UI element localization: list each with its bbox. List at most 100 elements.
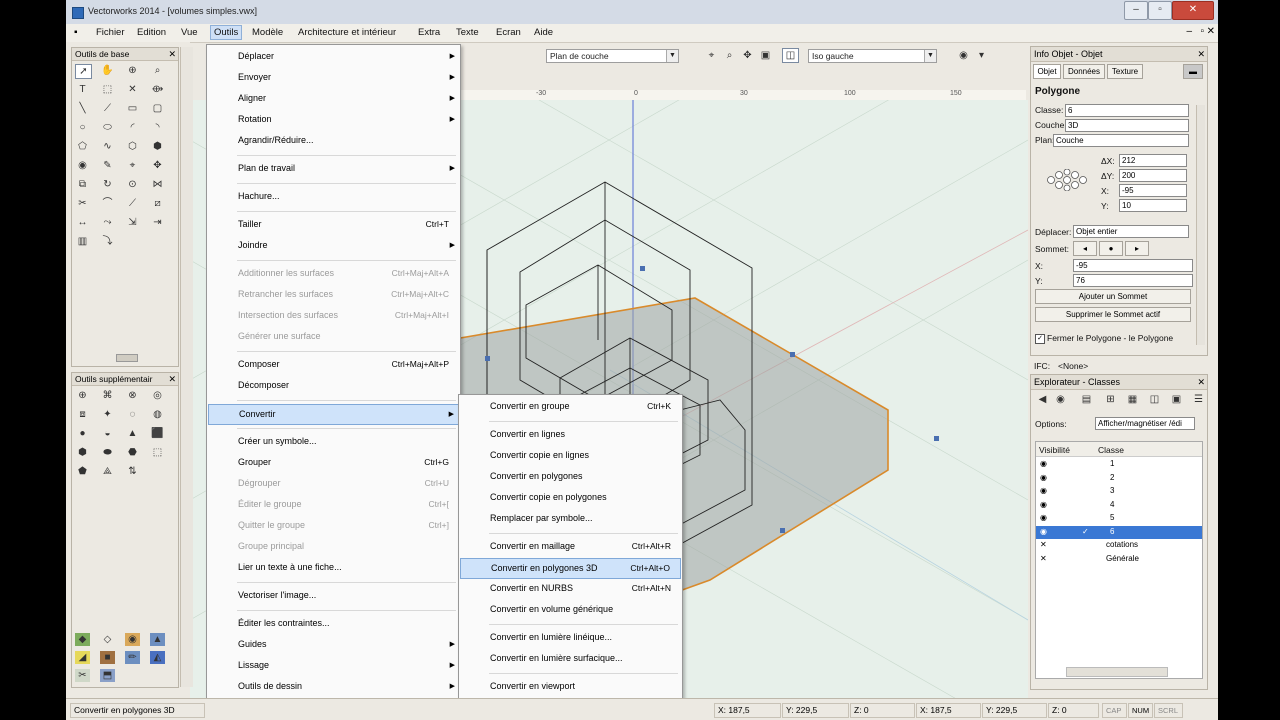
prev-vertex-button[interactable]: ◂ — [1073, 241, 1097, 256]
move-tool-icon[interactable]: ✥ — [150, 159, 165, 172]
taper-face-icon[interactable]: ⬚ — [150, 446, 165, 459]
chamfer-edge-icon[interactable]: ⬣ — [125, 446, 140, 459]
cylinder-icon[interactable]: ⬛ — [150, 427, 165, 440]
extrude-icon[interactable]: ⧈ — [75, 408, 90, 421]
dy-field[interactable]: 200 — [1119, 169, 1187, 182]
convertir-menu-item[interactable]: Convertir en groupe Ctrl+K — [460, 397, 681, 416]
invisible-icon[interactable]: ✕ — [1040, 554, 1047, 563]
object-info-scrollbar[interactable] — [1196, 105, 1205, 345]
layer-plane-dropdown[interactable]: Plan de couche ▼ — [546, 49, 679, 63]
outils-menu-item[interactable]: Hachure... — [208, 187, 459, 206]
convertir-menu-item[interactable]: Convertir copie en lignes — [460, 446, 681, 465]
class-row[interactable]: ◉ 1 — [1036, 458, 1202, 471]
outils-menu-item[interactable]: Vectoriser l'image... — [208, 586, 459, 605]
attribute-tool-icon[interactable]: ⌖ — [125, 159, 140, 172]
close-icon[interactable]: ✕ — [168, 373, 176, 385]
wall-tool-icon[interactable]: ▥ — [75, 235, 90, 248]
set-icon[interactable]: ◉ — [125, 633, 140, 646]
outils-menu-item[interactable]: Envoyer ▶ — [208, 68, 459, 87]
delete-vertex-button[interactable]: Supprimer le Sommet actif — [1035, 307, 1191, 322]
3d-select-tool-icon[interactable]: ⊕ — [75, 389, 90, 402]
circle-tool-icon[interactable]: ○ — [75, 121, 90, 134]
hemisphere-icon[interactable]: ◒ — [100, 427, 115, 440]
minimize-icon[interactable]: – — [1124, 1, 1148, 20]
classe-dropdown[interactable]: 6 — [1065, 104, 1189, 117]
doc-close-icon[interactable]: ✕ — [1207, 26, 1215, 37]
render-mode-icon[interactable]: ◫ — [782, 48, 799, 63]
outils-menu-item[interactable]: Composer Ctrl+Maj+Alt+P — [208, 355, 459, 374]
fillet-tool-icon[interactable]: ⌒ — [100, 197, 115, 210]
menu-architecture[interactable]: Architecture et intérieur — [298, 27, 396, 38]
flyover-3d-icon[interactable]: ⌘ — [100, 389, 115, 402]
zoom-tool-icon[interactable]: ⌕ — [150, 64, 165, 77]
menu-extra[interactable]: Extra — [418, 27, 440, 38]
menu-fichier[interactable]: Fichier — [96, 27, 125, 38]
tool-column-scroll[interactable] — [180, 47, 193, 687]
tab-donnees[interactable]: Données — [1063, 64, 1105, 79]
sheet-icon[interactable]: ▦ — [1125, 393, 1140, 406]
visible-eye-icon[interactable]: ◉ — [1040, 513, 1047, 522]
selection-tool-icon[interactable]: ➚ — [75, 64, 92, 79]
set-icon[interactable]: ▲ — [150, 633, 165, 646]
fit-view-icon[interactable]: ▣ — [758, 49, 773, 62]
convertir-menu-item[interactable]: Remplacer par symbole... — [460, 509, 681, 528]
plan-dropdown[interactable]: Couche — [1053, 134, 1189, 147]
outils-menu-item[interactable]: Lissage ▶ — [208, 656, 459, 675]
callout-tool-icon[interactable]: ⬚ — [100, 83, 115, 96]
outils-menu-item[interactable]: Plan de travail ▶ — [208, 159, 459, 178]
class-row[interactable]: ◉ 3 — [1036, 485, 1202, 498]
rounded-rect-tool-icon[interactable]: ▢ — [150, 102, 165, 115]
outils-menu-item[interactable]: Décomposer — [208, 376, 459, 395]
menu-texte[interactable]: Texte — [456, 27, 479, 38]
visible-eye-icon[interactable]: ◉ — [1040, 500, 1047, 509]
outils-menu-item[interactable]: Lier un texte à une fiche... — [208, 558, 459, 577]
dx-field[interactable]: 212 — [1119, 154, 1187, 167]
back-icon[interactable]: ◀ — [1035, 393, 1050, 406]
quarter-arc-tool-icon[interactable]: ◝ — [150, 121, 165, 134]
couche-dropdown[interactable]: 3D — [1065, 119, 1189, 132]
fillet-edge-icon[interactable]: ⬬ — [100, 446, 115, 459]
close-window-icon[interactable]: ✕ — [1172, 1, 1214, 20]
class-row[interactable]: ◉ 5 — [1036, 512, 1202, 525]
double-line-tool-icon[interactable]: ⟋ — [100, 102, 115, 115]
set-icon[interactable]: ◭ — [150, 651, 165, 664]
vertex-mode-button[interactable]: ● — [1099, 241, 1123, 256]
light-icon[interactable]: ✦ — [100, 408, 115, 421]
loft-icon[interactable]: ◍ — [150, 408, 165, 421]
set-icon[interactable]: ⬒ — [100, 669, 115, 682]
options-icon[interactable]: ▬ — [1183, 64, 1203, 79]
view-dropdown[interactable]: Iso gauche ▼ — [808, 49, 937, 63]
convertir-menu-item[interactable]: Convertir en lignes — [460, 425, 681, 444]
set-icon[interactable]: ✂ — [75, 669, 90, 682]
visible-eye-icon[interactable]: ◉ — [1040, 459, 1047, 468]
add-vertex-button[interactable]: Ajouter un Sommet — [1035, 289, 1191, 304]
visible-eye-icon[interactable]: ◉ — [1040, 486, 1047, 495]
set-icon[interactable]: ◆ — [75, 633, 90, 646]
class-row[interactable]: ◉ 2 — [1036, 472, 1202, 485]
outils-menu-item[interactable]: Joindre ▶ — [208, 236, 459, 255]
viewport-icon[interactable]: ⊞ — [1103, 393, 1118, 406]
outils-menu-item[interactable]: Grouper Ctrl+G — [208, 453, 459, 472]
rectangle-tool-icon[interactable]: ▭ — [125, 102, 140, 115]
object-info-title[interactable]: Info Objet - Objet ✕ — [1031, 47, 1207, 62]
outils-menu-item[interactable]: Convertir ▶ — [208, 404, 459, 425]
oval-tool-icon[interactable]: ⬭ — [100, 121, 115, 134]
class-row[interactable]: ◉ 4 — [1036, 499, 1202, 512]
line-tool-icon[interactable]: ╲ — [75, 102, 90, 115]
menu-modele[interactable]: Modèle — [252, 27, 283, 38]
menu-edition[interactable]: Edition — [137, 27, 166, 38]
outils-menu-item[interactable]: Déplacer ▶ — [208, 47, 459, 66]
outils-menu-item[interactable]: Rotation ▶ — [208, 110, 459, 129]
convertir-menu-item[interactable]: Convertir en volume générique — [460, 600, 681, 619]
layer-icon[interactable]: ▤ — [1079, 393, 1094, 406]
projection-icon[interactable]: ◉ — [956, 49, 971, 62]
extra-tools-title[interactable]: Outils supplémentair ✕ — [72, 373, 178, 386]
dropdown-icon[interactable]: ▾ — [974, 49, 989, 62]
convertir-menu-item[interactable]: Convertir en maillage Ctrl+Alt+R — [460, 537, 681, 556]
vy-field[interactable]: 76 — [1073, 274, 1193, 287]
deform-icon[interactable]: ⟁ — [100, 465, 115, 478]
zoom-tool-icon[interactable]: ⌕ — [722, 49, 737, 62]
pan-tool-icon[interactable]: ✥ — [740, 49, 755, 62]
convertir-menu-item[interactable]: Convertir en NURBS Ctrl+Alt+N — [460, 579, 681, 598]
outils-menu-item[interactable]: Agrandir/Réduire... — [208, 131, 459, 150]
